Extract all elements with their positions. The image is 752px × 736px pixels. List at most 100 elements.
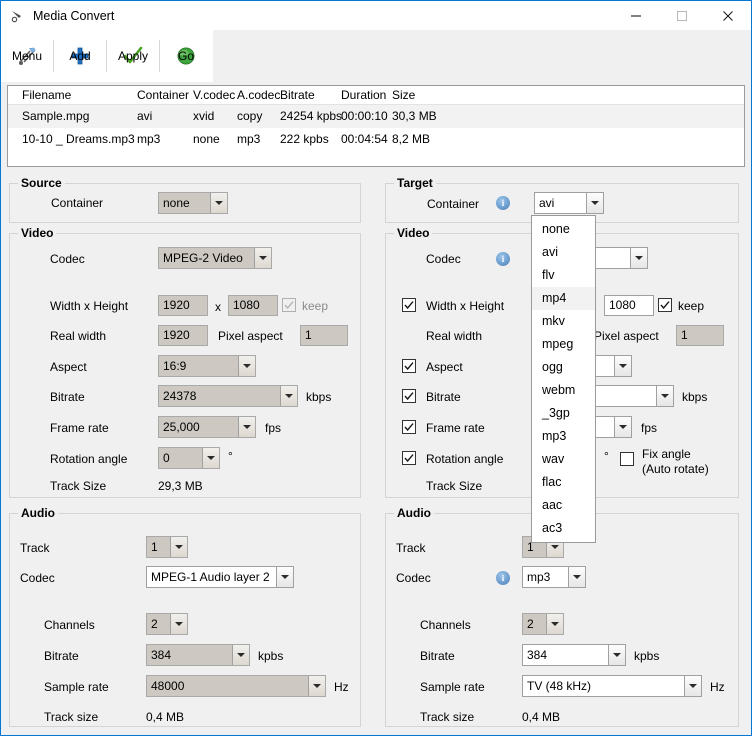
column-header-vcodec[interactable]: V.codec — [193, 88, 235, 102]
dropdown-option-ogg[interactable]: ogg — [532, 356, 595, 379]
dropdown-option-webm[interactable]: webm — [532, 379, 595, 402]
info-icon[interactable]: i — [496, 196, 510, 210]
target-bitrate-checkbox[interactable] — [402, 389, 416, 403]
chevron-down-icon — [276, 567, 293, 587]
cell-size: 30,3 MB — [392, 109, 437, 123]
container-dropdown-list[interactable]: none avi flv mp4 mkv mpeg ogg webm _3gp mp3 wav fla… — [531, 215, 596, 543]
target-audio-bitrate-combo[interactable]: 384 — [522, 644, 626, 666]
info-icon[interactable]: i — [496, 252, 510, 266]
chevron-down-icon — [238, 356, 255, 376]
target-sample-rate-combo[interactable]: TV (48 kHz) — [522, 675, 702, 697]
chevron-down-icon[interactable] — [656, 386, 673, 406]
target-audio-track-size-label: Track size — [420, 710, 475, 724]
column-header-filename[interactable]: Filename — [22, 88, 71, 102]
fix-angle-checkbox[interactable] — [620, 452, 634, 466]
column-header-container[interactable]: Container — [137, 88, 189, 102]
source-video-codec-value: MPEG-2 Video — [163, 251, 243, 265]
cell-duration: 00:00:10 — [341, 109, 388, 123]
dropdown-option-mkv[interactable]: mkv — [532, 310, 595, 333]
source-frame-rate-label: Frame rate — [50, 421, 109, 435]
target-audio-track-label: Track — [396, 541, 426, 555]
table-row[interactable]: 10-10 _ Dreams.mp3 mp3 none mp3 222 kpbs… — [8, 128, 744, 151]
dropdown-option-flv[interactable]: flv — [532, 264, 595, 287]
dropdown-option-mp4[interactable]: mp4 — [532, 287, 595, 310]
menu-button[interactable]: Menu — [1, 31, 53, 81]
add-button[interactable]: Add — [54, 31, 106, 81]
go-button[interactable]: Go — [160, 31, 212, 81]
source-keep-checkbox — [282, 298, 296, 312]
chevron-down-icon[interactable] — [568, 567, 585, 587]
file-list[interactable]: Filename Container V.codec A.codec Bitra… — [7, 85, 745, 167]
target-audio-codec-value: mp3 — [527, 570, 551, 584]
dropdown-option-mpeg[interactable]: mpeg — [532, 333, 595, 356]
target-audio-bitrate-label: Bitrate — [420, 649, 455, 663]
target-rotation-label: Rotation angle — [426, 452, 504, 466]
chevron-down-icon[interactable] — [614, 356, 631, 376]
close-button[interactable] — [705, 1, 751, 30]
chevron-down-icon[interactable] — [630, 248, 647, 268]
source-audio-track-size-label: Track size — [44, 710, 99, 724]
column-header-acodec[interactable]: A.codec — [237, 88, 280, 102]
column-header-bitrate[interactable]: Bitrate — [280, 88, 315, 102]
source-group-title: Source — [18, 176, 65, 190]
chevron-down-icon — [202, 448, 219, 468]
source-sample-rate-label: Sample rate — [44, 680, 109, 694]
target-video-bitrate-unit: kbps — [682, 390, 708, 404]
target-rotation-checkbox[interactable] — [402, 451, 416, 465]
dropdown-option-mp3[interactable]: mp3 — [532, 425, 595, 448]
target-channels-combo[interactable]: 2 — [522, 613, 564, 635]
chevron-down-icon[interactable] — [586, 193, 603, 213]
source-audio-bitrate-unit: kpbs — [258, 649, 284, 663]
cell-acodec: mp3 — [237, 132, 261, 146]
source-audio-track-combo: 1 — [146, 536, 188, 558]
target-audio-group-title: Audio — [394, 506, 434, 520]
target-container-label: Container — [427, 197, 480, 211]
target-container-combo[interactable]: avi — [534, 192, 604, 214]
target-container-value: avi — [539, 196, 555, 210]
info-icon[interactable]: i — [496, 571, 510, 585]
apply-button[interactable]: Apply — [107, 31, 159, 81]
column-header-duration[interactable]: Duration — [341, 88, 386, 102]
target-height-field[interactable]: 1080 — [604, 295, 654, 316]
maximize-button[interactable] — [659, 1, 705, 30]
dropdown-option-flac[interactable]: flac — [532, 471, 595, 494]
source-aspect-combo: 16:9 — [158, 355, 256, 377]
source-video-group-title: Video — [18, 226, 57, 240]
source-audio-codec-combo: MPEG-1 Audio layer 2 — [146, 566, 294, 588]
dropdown-option-ac3[interactable]: ac3 — [532, 517, 595, 540]
target-rotation-unit: ° — [604, 449, 609, 463]
chevron-down-icon[interactable] — [684, 676, 701, 696]
cell-bitrate: 222 kpbs — [280, 132, 329, 146]
minimize-button[interactable] — [613, 1, 659, 30]
dropdown-option-_3gp[interactable]: _3gp — [532, 402, 595, 425]
source-audio-group-title: Audio — [18, 506, 58, 520]
cell-bitrate: 24254 kpbs — [280, 109, 343, 123]
source-pixel-aspect-label: Pixel aspect — [218, 329, 283, 343]
target-audio-codec-label: Codec — [396, 571, 431, 585]
source-rotation-value: 0 — [163, 451, 170, 465]
chevron-down-icon — [254, 248, 271, 268]
target-video-bitrate-label: Bitrate — [426, 390, 461, 404]
target-frame-rate-checkbox[interactable] — [402, 420, 416, 434]
target-width-height-checkbox[interactable] — [402, 298, 416, 312]
source-width-height-label: Width x Height — [50, 299, 129, 313]
source-width-field: 1920 — [158, 295, 208, 316]
chevron-down-icon[interactable] — [614, 417, 631, 437]
dropdown-option-aac[interactable]: aac — [532, 494, 595, 517]
table-row[interactable]: Sample.mpg avi xvid copy 24254 kpbs 00:0… — [8, 105, 744, 128]
source-dimension-separator: x — [215, 300, 221, 314]
target-audio-codec-combo[interactable]: mp3 — [522, 566, 586, 588]
source-audio-bitrate-value: 384 — [151, 648, 172, 662]
chevron-down-icon[interactable] — [546, 614, 563, 634]
column-header-size[interactable]: Size — [392, 88, 415, 102]
target-keep-checkbox[interactable] — [658, 298, 672, 312]
source-rotation-label: Rotation angle — [50, 452, 128, 466]
dropdown-option-none[interactable]: none — [532, 218, 595, 241]
source-sample-rate-combo: 48000 — [146, 675, 326, 697]
dropdown-option-avi[interactable]: avi — [532, 241, 595, 264]
chevron-down-icon — [170, 537, 187, 557]
target-group-title: Target — [394, 176, 436, 190]
chevron-down-icon[interactable] — [608, 645, 625, 665]
dropdown-option-wav[interactable]: wav — [532, 448, 595, 471]
target-aspect-checkbox[interactable] — [402, 359, 416, 373]
